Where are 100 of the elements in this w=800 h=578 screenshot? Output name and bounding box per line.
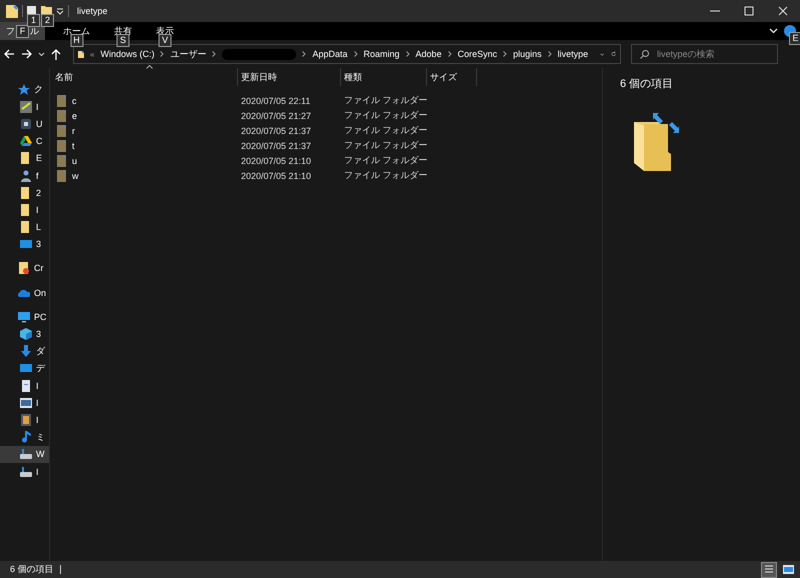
tiles-icon	[782, 565, 794, 574]
sidebar-item[interactable]: ミ	[0, 428, 49, 446]
image-icon	[20, 396, 32, 409]
chevron-icon[interactable]	[302, 51, 306, 57]
dropdown-icon[interactable]	[600, 52, 605, 56]
back-icon[interactable]	[4, 49, 15, 59]
cc-icon	[18, 262, 30, 274]
window-title: livetype	[77, 6, 108, 16]
file-name[interactable]: e	[72, 110, 78, 120]
search-icon	[640, 50, 649, 58]
folder-icon	[6, 4, 18, 18]
chevron-icon[interactable]	[503, 51, 508, 57]
ribbon-tab[interactable]: フ F ル	[0, 22, 45, 40]
breadcrumb[interactable]: livetype	[558, 49, 588, 59]
sidebar-item[interactable]: L	[0, 218, 49, 236]
check-icon	[20, 100, 32, 113]
forward-icon[interactable]	[21, 49, 32, 59]
file-name[interactable]: c	[72, 96, 76, 106]
sidebar-item[interactable]: On	[0, 284, 49, 302]
file-type: ファイル フォルダー	[343, 109, 427, 122]
details-view-button[interactable]	[761, 562, 777, 578]
column-header[interactable]: サイズ	[430, 70, 457, 84]
folder-icon	[20, 221, 32, 234]
key-tip: E	[789, 32, 800, 45]
file-type: ファイル フォルダー	[343, 124, 427, 137]
folder-icon	[57, 110, 66, 122]
sidebar-item[interactable]: ダ	[0, 342, 49, 360]
pc-icon	[18, 310, 30, 323]
breadcrumb[interactable]: plugins	[513, 49, 542, 59]
chevron-icon[interactable]	[354, 51, 358, 57]
up-icon[interactable]	[51, 48, 61, 60]
file-name[interactable]: t	[72, 140, 75, 150]
dropdown-icon[interactable]	[38, 52, 45, 56]
modified-date: 2020/07/05 21:10	[240, 170, 312, 180]
sidebar-item[interactable]: I	[0, 98, 49, 116]
sidebar-item[interactable]: U	[0, 115, 49, 133]
modified-date: 2020/07/05 21:10	[240, 156, 312, 166]
refresh-icon[interactable]	[610, 49, 616, 59]
key-tip: H	[70, 34, 83, 47]
chevron-icon[interactable]	[548, 51, 552, 57]
chevron-icon[interactable]	[406, 51, 410, 57]
screen-icon	[20, 238, 32, 250]
star-icon	[18, 84, 30, 96]
modified-date: 2020/07/05 21:27	[240, 110, 312, 120]
item-count: 6 個の項目	[620, 77, 674, 91]
address-bar[interactable]: « Windows (C:) ユーザー AppData Roaming Adobe CoreSync plugins livetype	[73, 44, 621, 64]
key-tip: 1	[27, 14, 40, 26]
sidebar-item[interactable]: Cr	[0, 260, 49, 278]
sidebar-item[interactable]: I	[0, 462, 49, 480]
sort-caret-icon	[146, 65, 153, 69]
folder-icon	[57, 170, 66, 182]
sidebar-item[interactable]: W	[0, 446, 49, 463]
breadcrumb[interactable]: Windows (C:)	[100, 49, 154, 59]
sidebar-item[interactable]: C	[0, 132, 49, 150]
breadcrumb[interactable]: Roaming	[364, 49, 400, 59]
breadcrumb[interactable]: CoreSync	[458, 49, 498, 59]
file-name[interactable]: u	[72, 156, 78, 166]
sidebar-item[interactable]: E	[0, 150, 49, 167]
sidebar-item[interactable]: PC	[0, 308, 49, 326]
sidebar-item[interactable]: I	[0, 201, 49, 218]
cube-icon	[20, 328, 32, 340]
file-type: ファイル フォルダー	[343, 139, 427, 152]
sidebar-item[interactable]: デ	[0, 360, 49, 377]
modified-date: 2020/07/05 21:37	[240, 140, 312, 150]
key-tip: S	[116, 34, 130, 47]
column-header[interactable]: 種類	[344, 70, 362, 84]
sidebar-item[interactable]: ク	[0, 81, 49, 98]
folder-icon	[57, 154, 66, 166]
disk-icon	[20, 466, 32, 478]
sidebar-item[interactable]: f	[0, 166, 49, 184]
sidebar-item[interactable]: I	[0, 377, 49, 394]
column-header[interactable]: 名前	[55, 70, 73, 84]
breadcrumb[interactable]: ユーザー	[170, 48, 206, 60]
chevron-icon[interactable]	[212, 51, 216, 57]
chevron-icon[interactable]	[448, 51, 452, 57]
sidebar-item[interactable]: I	[0, 411, 49, 429]
chevron-icon[interactable]	[160, 51, 164, 57]
screen-icon	[20, 362, 32, 374]
sidebar-item[interactable]: 2	[0, 184, 49, 202]
modified-date: 2020/07/05 21:37	[240, 126, 312, 136]
file-name[interactable]: r	[72, 126, 75, 136]
file-name[interactable]: w	[72, 170, 78, 180]
sidebar-item[interactable]: 3	[0, 236, 49, 253]
breadcrumb[interactable]: Adobe	[416, 49, 442, 59]
folder-icon	[57, 124, 66, 136]
people-icon	[20, 170, 32, 182]
film-icon	[20, 414, 32, 426]
breadcrumb[interactable]: AppData	[312, 49, 348, 59]
properties-icon[interactable]	[27, 6, 37, 16]
sidebar-item[interactable]: I	[0, 394, 49, 412]
disk-icon	[20, 448, 32, 460]
status-text: 6 個の項目	[10, 563, 54, 576]
drive-icon	[20, 135, 32, 148]
overflow-mark[interactable]: «	[90, 50, 94, 58]
folder-icon	[20, 186, 32, 199]
search-field[interactable]: livetypeの検索	[631, 44, 778, 64]
list-icon	[765, 564, 773, 574]
sidebar-item[interactable]: 3	[0, 325, 49, 343]
down-icon	[20, 345, 32, 358]
column-header[interactable]: 更新日時	[241, 70, 277, 84]
